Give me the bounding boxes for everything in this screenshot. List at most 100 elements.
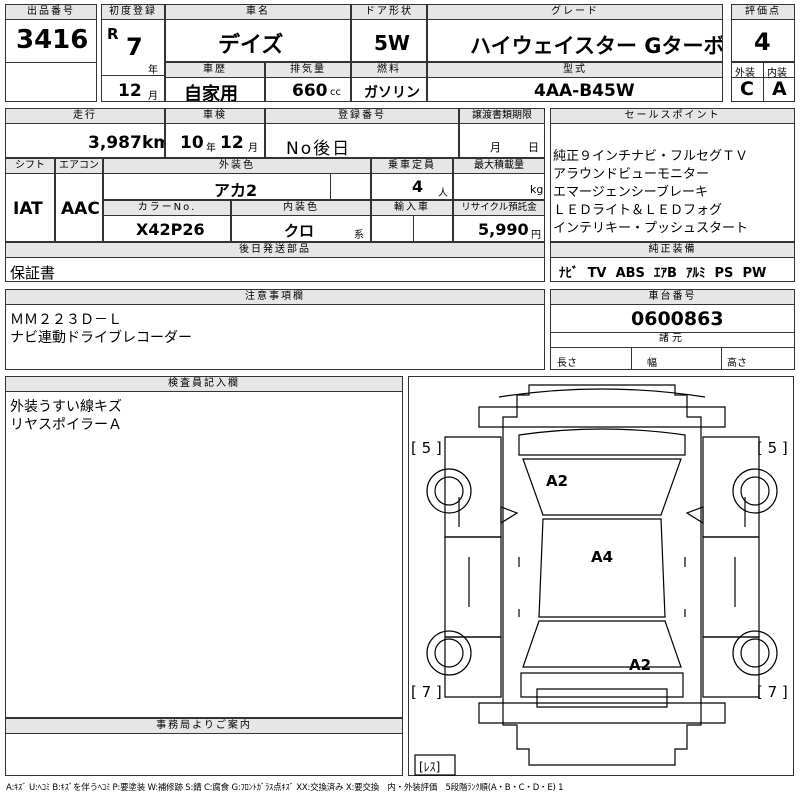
- office-label: 事務局よりご案内: [6, 719, 402, 734]
- legend: A:ｷｽﾞ U:ﾍｺﾐ B:ｷｽﾞを伴うﾍｺﾐ P:要塗装 W:補修跡 S:錆 …: [6, 783, 564, 793]
- ext-int-cell: 外装 内装 C A: [731, 62, 795, 102]
- aircon: AAC: [61, 199, 100, 219]
- history-label: 車歴: [166, 63, 264, 78]
- capacity-cell: 乗車定員 4 人: [371, 158, 453, 200]
- cc-unit: cc: [330, 87, 341, 98]
- interior-color-unit: 系: [354, 230, 364, 241]
- later-parts-label: 後日発送部品: [6, 243, 544, 258]
- length-label: 長さ: [557, 358, 577, 369]
- inspection-cell: 車検 10 年 12 月: [165, 108, 265, 158]
- note-line: ＭＭ２２３Ｄ－Ｌ: [10, 312, 122, 328]
- registration-year: 7: [126, 33, 143, 61]
- model-label: 型式: [428, 63, 722, 78]
- sales-points-cell: セールスポイント 純正９インチナビ・フルセグＴＶ アラウンドビューモニター エマ…: [550, 108, 795, 242]
- max-load-cell: 最大積載量 kg: [453, 158, 545, 200]
- damage-mark: A4: [591, 548, 614, 566]
- damage-mark: A2: [546, 472, 569, 490]
- model-cell: 型式 4AA-B45W: [427, 62, 723, 102]
- color-cell: 外装色 アカ2: [103, 158, 371, 200]
- equipment-item: PW: [742, 266, 767, 281]
- width-label: 幅: [647, 358, 657, 369]
- tire-tread-front-left: [ 5 ]: [411, 439, 442, 457]
- transfer-deadline-cell: 譲渡書類期限 月 日: [459, 108, 545, 158]
- damage-mark: A2: [629, 656, 652, 674]
- score-label: 評価点: [732, 5, 794, 20]
- recycle-amount: 5,990: [478, 220, 529, 239]
- year-unit: 年: [148, 65, 158, 76]
- import-cell: 輸入車: [371, 200, 453, 242]
- tire-tread-rear-right: [ 7 ]: [757, 683, 788, 701]
- car-name: デイズ: [218, 33, 284, 58]
- equipment-item: ﾅﾋﾞ: [559, 266, 579, 281]
- model-code: 4AA-B45W: [534, 81, 635, 101]
- shift-label: シフト: [6, 159, 54, 174]
- grade: ハイウェイスター Gターボ: [470, 34, 723, 58]
- sales-point: インテリキー・プッシュスタート: [553, 221, 749, 236]
- chassis-number: 0600863: [631, 308, 724, 330]
- inspection-month-unit: 月: [248, 143, 258, 154]
- displacement-label: 排気量: [266, 63, 350, 78]
- door-type: 5W: [374, 31, 410, 55]
- equipment-item: ABS: [615, 266, 645, 281]
- registration-month: 12: [118, 81, 142, 101]
- door-label: ドア形状: [352, 5, 426, 20]
- first-registration-label: 初度登録: [102, 5, 164, 20]
- transfer-deadline-label: 譲渡書類期限: [460, 109, 544, 124]
- inspector-cell: 検査員記入欄 外装うすい線キズ リヤスポイラーＡ: [5, 376, 403, 718]
- transfer-day-unit: 日: [528, 141, 539, 154]
- max-load-label: 最大積載量: [454, 159, 544, 174]
- inspection-year-unit: 年: [206, 143, 216, 154]
- sales-points-label: セールスポイント: [551, 109, 794, 124]
- shift: IAT: [13, 199, 43, 219]
- month-unit: 月: [148, 91, 158, 102]
- color-number: X42P26: [136, 220, 205, 239]
- era: R: [107, 25, 119, 43]
- later-parts: 保証書: [10, 264, 56, 282]
- shift-cell: シフト IAT: [5, 158, 55, 242]
- interior-color-label: 内装色: [232, 201, 370, 216]
- equipment-cell: 純正装備 ﾅﾋﾞ TV ABS ｴｱB ｱﾙﾐ PS PW: [550, 242, 795, 282]
- inspection-month: 12: [220, 133, 244, 153]
- displacement: 660: [292, 81, 328, 101]
- registration-number-cell: 登録番号 No後日: [265, 108, 459, 158]
- first-registration-cell: 初度登録 R 7 年 12 月: [101, 4, 165, 102]
- score-cell: 評価点 4: [731, 4, 795, 62]
- recycle-cell: リサイクル預託金 5,990 円: [453, 200, 545, 242]
- door-cell: ドア形状 5W: [351, 4, 427, 62]
- color-number-label: カラーNo.: [104, 201, 230, 216]
- note-line: ナビ連動ドライブレコーダー: [10, 330, 192, 346]
- transfer-month-unit: 月: [490, 141, 501, 154]
- history: 自家用: [184, 84, 238, 102]
- later-parts-cell: 後日発送部品 保証書: [5, 242, 545, 282]
- interior-color: クロ: [284, 222, 315, 240]
- chassis-label: 車台番号: [551, 290, 794, 305]
- dimensions-label: 諸元: [659, 333, 685, 344]
- km-unit: km: [142, 133, 164, 153]
- inspection-year: 10: [180, 133, 204, 153]
- chassis-cell: 車台番号 0600863 諸元 長さ 幅 高さ: [550, 289, 795, 370]
- capacity-unit: 人: [438, 188, 448, 199]
- recycle-label: リサイクル預託金: [454, 201, 544, 216]
- office-cell: 事務局よりご案内: [5, 718, 403, 776]
- equipment-label: 純正装備: [551, 243, 794, 258]
- kg-unit: kg: [530, 183, 544, 196]
- equipment-item: TV: [587, 266, 607, 281]
- lot-number-label: 出品番号: [6, 5, 96, 20]
- equipment-item: ｴｱB: [653, 266, 677, 281]
- mileage-label: 走行: [6, 109, 164, 124]
- inspection-label: 車検: [166, 109, 264, 124]
- inspector-line: 外装うすい線キズ: [10, 399, 122, 415]
- tire-tread-front-right: [ 5 ]: [757, 439, 788, 457]
- capacity: 4: [412, 177, 424, 196]
- recycle-unit: 円: [531, 230, 541, 241]
- equipment-list: ﾅﾋﾞ TV ABS ｴｱB ｱﾙﾐ PS PW: [559, 262, 766, 281]
- capacity-label: 乗車定員: [372, 159, 452, 174]
- import-label: 輸入車: [372, 201, 452, 216]
- tire-tread-rear-left: [ 7 ]: [411, 683, 442, 701]
- aircon-label: エアコン: [56, 159, 102, 174]
- displacement-cell: 排気量 660 cc: [265, 62, 351, 102]
- mileage: 3,987: [88, 133, 142, 153]
- mileage-cell: 走行 3,987 km: [5, 108, 165, 158]
- registration-number-label: 登録番号: [266, 109, 458, 124]
- sales-point: ＬＥＤライト＆ＬＥＤフォグ: [553, 203, 723, 218]
